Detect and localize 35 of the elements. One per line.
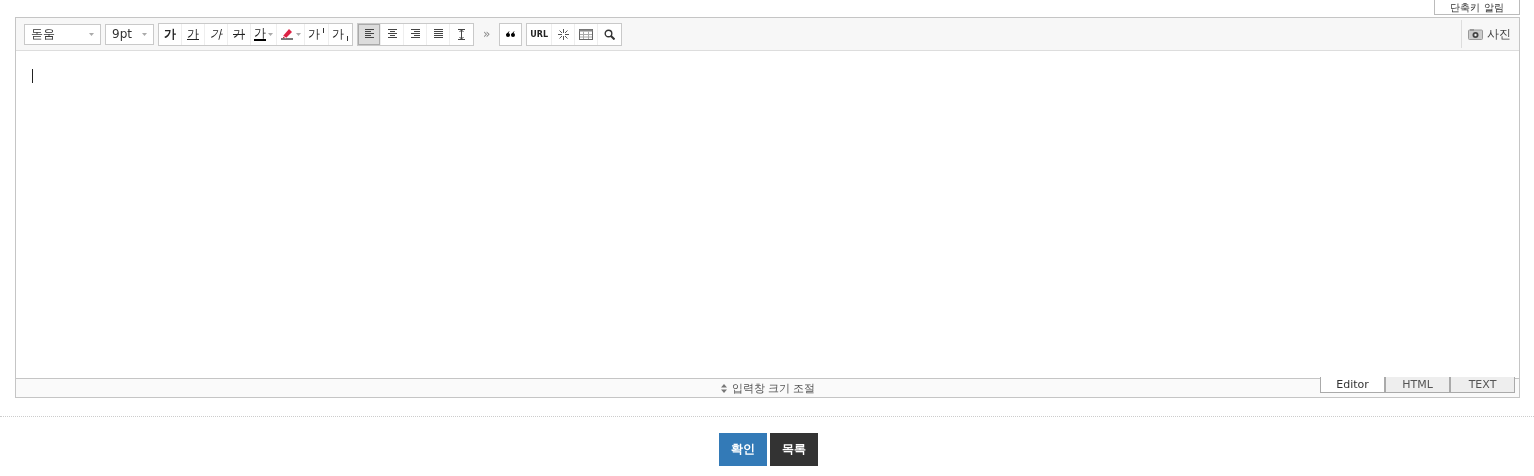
font-select[interactable]: 돋움 [24,23,101,45]
size-select[interactable]: 9pt [105,23,154,45]
superscript-button[interactable]: 가 [305,23,329,45]
link-button[interactable]: URL [527,23,553,45]
mode-tab[interactable]: Editor [1320,377,1385,393]
subscript-mark-icon [346,35,349,41]
resize-handle[interactable]: 입력창 크기 조절 [16,379,1320,397]
quote-icon [505,31,516,37]
align-center-icon [387,29,397,39]
up-down-arrow-icon [720,383,727,393]
dropdown-caret-icon [296,32,301,36]
confirm-button[interactable]: 확인 [718,433,767,466]
text-cursor [32,69,33,83]
search-icon [604,28,616,40]
camera-icon [1468,28,1483,40]
table-icon [579,28,594,40]
quote-button[interactable] [499,22,523,46]
list-button[interactable]: 목록 [769,433,818,466]
text-color-button[interactable]: 가 [251,23,277,45]
align-justify-icon [433,29,443,39]
align-left-icon [364,29,374,39]
mode-tab[interactable]: TEXT [1450,377,1515,393]
dropdown-caret-icon [89,32,94,36]
mode-tab[interactable]: HTML [1385,377,1450,393]
dropdown-caret-icon [142,32,147,36]
highlighter-icon [280,27,294,41]
line-height-icon [457,28,466,40]
asterisk-icon [557,28,569,40]
more-tools-toggle[interactable]: » [478,27,496,41]
align-left-button[interactable] [358,23,381,45]
dropdown-caret-icon [268,32,273,36]
photo-button[interactable]: 사진 [1461,20,1511,48]
align-right-icon [410,29,420,39]
superscript-mark-icon [322,27,325,33]
shortcut-button[interactable]: 단축키 알림 [1434,0,1520,15]
